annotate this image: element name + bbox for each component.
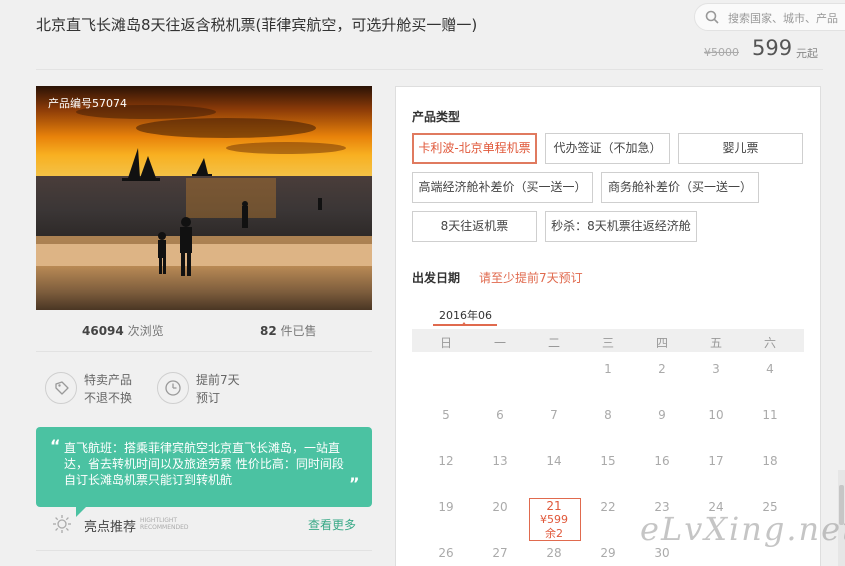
watermark: eLvXing.net	[640, 510, 845, 548]
calendar-day[interactable]: 6	[475, 408, 525, 422]
divider	[36, 69, 823, 70]
calendar-day[interactable]: 28	[529, 546, 579, 560]
calendar-day[interactable]: 11	[745, 408, 795, 422]
current-price: 599	[752, 36, 793, 60]
selected-day-box[interactable]	[529, 498, 581, 541]
search-box[interactable]: 搜索国家、城市、产品	[694, 3, 845, 31]
weekday-label: 五	[709, 336, 722, 350]
tag-icon	[45, 372, 77, 404]
calendar-month[interactable]: 2016年06	[439, 307, 492, 323]
views-stat: 46094 次浏览	[82, 322, 164, 339]
calendar-day[interactable]: 1	[583, 362, 633, 376]
quote-open-icon: “	[50, 436, 61, 455]
booking-hint: 请至少提前7天预订	[479, 271, 583, 285]
calendar-day[interactable]: 4	[745, 362, 795, 376]
product-photo: 产品编号57074	[36, 86, 372, 310]
option-visa[interactable]: 代办签证（不加急）	[545, 133, 670, 164]
feature-line: 特卖产品	[84, 373, 133, 387]
weekday-label: 日	[439, 336, 452, 350]
calendar-day[interactable]: 18	[745, 454, 795, 468]
weekday-label: 三	[601, 336, 614, 350]
calendar-day[interactable]: 3	[691, 362, 741, 376]
weekday-label: 六	[763, 336, 776, 350]
calendar-day[interactable]: 17	[691, 454, 741, 468]
feature-line: 提前7天	[196, 373, 240, 387]
calendar-day[interactable]: 27	[475, 546, 525, 560]
feature-advance-booking: 提前7天 预订	[196, 371, 240, 407]
quote-close-icon: ”	[349, 474, 360, 493]
feature-special-sale: 特卖产品 不退不换	[84, 371, 132, 407]
calendar-day[interactable]: 9	[637, 408, 687, 422]
search-icon	[705, 10, 719, 24]
sun-icon	[53, 515, 71, 533]
departure-date-title: 出发日期	[412, 271, 461, 285]
option-flash-sale[interactable]: 秒杀：8天机票往返经济舱	[545, 211, 697, 242]
calendar-day[interactable]: 15	[583, 454, 633, 468]
sunset-beach-image	[36, 86, 372, 310]
feature-line: 不退不换	[84, 391, 133, 405]
product-code: 产品编号57074	[48, 97, 127, 110]
product-type-title: 产品类型	[412, 110, 461, 124]
view-more-link[interactable]: 查看更多	[308, 516, 356, 533]
page-title: 北京直飞长滩岛8天往返含税机票(菲律宾航空，可选升舱买一赠一)	[36, 16, 478, 34]
divider	[36, 351, 372, 352]
calendar-day[interactable]: 22	[583, 500, 633, 514]
highlights-title: 亮点推荐	[84, 520, 137, 535]
highlight-bubble: “ 直飞航班：搭乘菲律宾航空北京直飞长滩岛，一站直达，省去转机时间以及旅途劳累 …	[36, 427, 372, 507]
calendar-day[interactable]: 12	[421, 454, 471, 468]
search-input[interactable]: 搜索国家、城市、产品	[728, 10, 838, 26]
feature-line: 预订	[196, 391, 221, 405]
option-roundtrip[interactable]: 8天往返机票	[412, 211, 537, 242]
calendar-day[interactable]: 10	[691, 408, 741, 422]
calendar-day[interactable]: 2	[637, 362, 687, 376]
weekday-label: 一	[493, 336, 506, 350]
original-price: ¥5000	[704, 46, 739, 59]
calendar-day[interactable]: 16	[637, 454, 687, 468]
calendar-day[interactable]: 26	[421, 546, 471, 560]
calendar-day[interactable]: 8	[583, 408, 633, 422]
price-unit: 元起	[796, 47, 818, 60]
calendar-day[interactable]: 19	[421, 500, 471, 514]
option-business[interactable]: 商务舱补差价（买一送一）	[601, 172, 759, 203]
option-kalibo-beijing[interactable]: 卡利波-北京单程机票	[412, 133, 537, 164]
highlights-subtitle: HIGHTLIGHT RECOMMENDED	[140, 517, 189, 531]
calendar-day[interactable]: 14	[529, 454, 579, 468]
calendar-day[interactable]: 13	[475, 454, 525, 468]
calendar-day[interactable]: 5	[421, 408, 471, 422]
sold-stat: 82 件已售	[260, 322, 317, 339]
views-count: 46094	[82, 324, 124, 338]
sold-label: 件已售	[280, 324, 317, 338]
sold-count: 82	[260, 324, 277, 338]
option-premium-economy[interactable]: 高端经济舱补差价（买一送一）	[412, 172, 593, 203]
calendar-day[interactable]: 20	[475, 500, 525, 514]
divider	[36, 550, 372, 551]
calendar-day[interactable]: 29	[583, 546, 633, 560]
weekday-label: 四	[655, 336, 668, 350]
highlight-text: 直飞航班：搭乘菲律宾航空北京直飞长滩岛，一站直达，省去转机时间以及旅途劳累 性价…	[64, 441, 344, 487]
calendar-day[interactable]: 7	[529, 408, 579, 422]
highlights-sub-line: RECOMMENDED	[140, 524, 189, 531]
option-infant[interactable]: 婴儿票	[678, 133, 803, 164]
highlights-sub-line: HIGHTLIGHT	[140, 517, 178, 524]
views-label: 次浏览	[127, 324, 164, 338]
clock-icon	[157, 372, 189, 404]
calendar-day[interactable]: 30	[637, 546, 687, 560]
caret-up-icon	[461, 322, 467, 326]
weekday-label: 二	[547, 336, 560, 350]
